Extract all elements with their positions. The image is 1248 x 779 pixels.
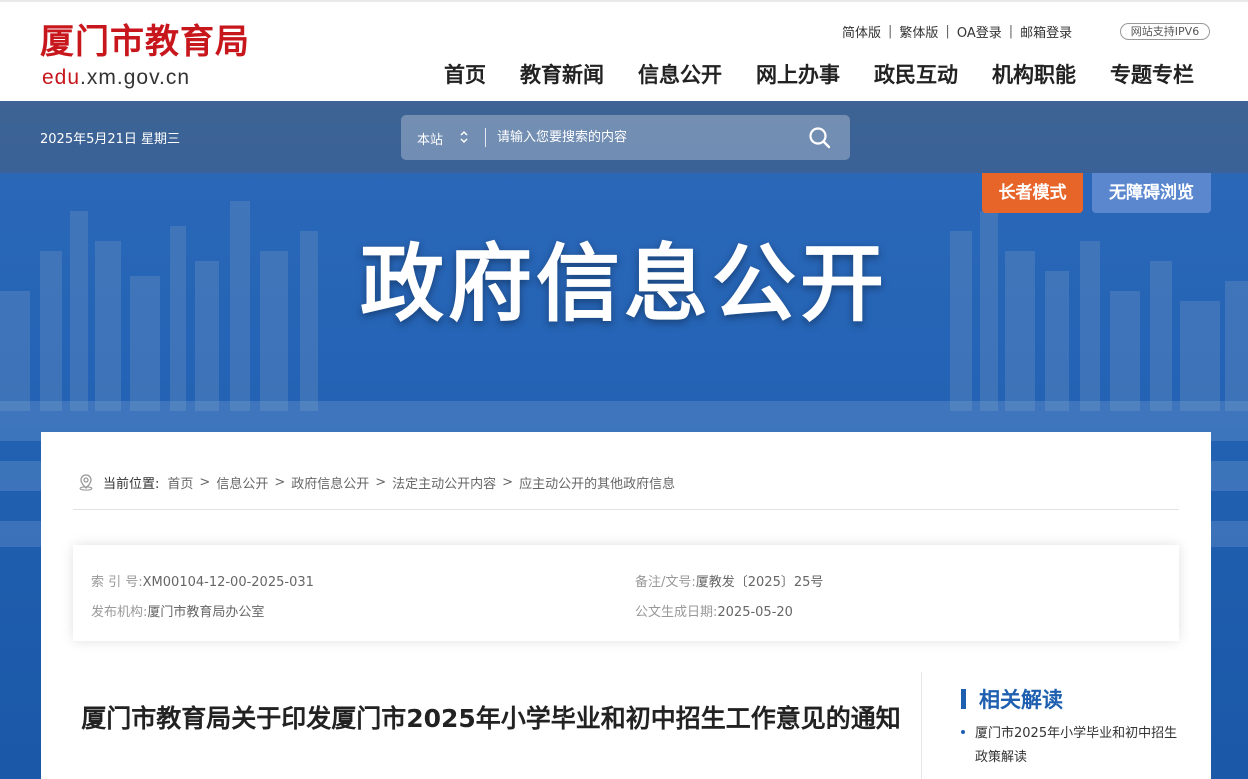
nav-home[interactable]: 首页: [444, 60, 486, 90]
breadcrumb-statutory[interactable]: 法定主动公开内容: [392, 473, 496, 492]
main-nav: 首页 教育新闻 信息公开 网上办事 政民互动 机构职能 专题专栏: [444, 60, 1194, 90]
nav-functions[interactable]: 机构职能: [992, 60, 1076, 90]
separator: |: [1008, 23, 1014, 39]
breadcrumb-separator: >: [199, 474, 211, 490]
related-item-label: 厦门市2025年小学毕业和初中招生政策解读: [975, 726, 1178, 765]
meta-docno: 备注/文号:厦教发〔2025〕25号: [635, 571, 823, 590]
breadcrumb-separator: >: [274, 474, 286, 490]
search-divider: [485, 128, 486, 147]
current-date: 2025年5月21日 星期三: [40, 132, 181, 147]
breadcrumb-label: 当前位置:: [103, 476, 160, 492]
banner-title: 政府信息公开: [359, 235, 888, 333]
search-icon[interactable]: [807, 125, 833, 151]
site-logo[interactable]: 厦门市教育局: [40, 22, 250, 62]
meta-publisher-value: 厦门市教育局办公室: [147, 605, 265, 620]
search-scope-select[interactable]: 本站: [417, 129, 443, 148]
breadcrumb-separator: >: [502, 474, 514, 490]
meta-index-value: XM00104-12-00-2025-031: [142, 575, 314, 590]
search-input[interactable]: [497, 123, 797, 152]
search-box: 本站: [401, 115, 850, 160]
nav-topics[interactable]: 专题专栏: [1110, 60, 1194, 90]
site-domain: edu.xm.gov.cn: [42, 66, 190, 90]
nav-education-news[interactable]: 教育新闻: [520, 60, 604, 90]
link-oa-login[interactable]: OA登录: [957, 22, 1002, 41]
meta-docno-value: 厦教发〔2025〕25号: [695, 575, 824, 590]
up-down-arrow-icon[interactable]: [459, 128, 469, 146]
meta-publisher-label: 发布机构:: [91, 605, 148, 620]
separator: |: [888, 23, 893, 39]
ipv6-badge: 网站支持IPV6: [1120, 23, 1210, 40]
meta-docno-label: 备注/文号:: [635, 575, 696, 590]
nav-interaction[interactable]: 政民互动: [874, 60, 958, 90]
breadcrumb: 当前位置: 首页 > 信息公开 > 政府信息公开 > 法定主动公开内容 > 应主…: [77, 472, 675, 492]
bullet-icon: [961, 730, 965, 734]
meta-index-label: 索 引 号:: [91, 575, 143, 590]
meta-index: 索 引 号:XM00104-12-00-2025-031: [91, 571, 314, 590]
location-pin-icon: [79, 474, 93, 491]
elder-mode-button[interactable]: 长者模式: [982, 173, 1083, 213]
site-domain-rest: .xm.gov.cn: [80, 66, 191, 89]
breadcrumb-separator: >: [375, 474, 387, 490]
breadcrumb-home[interactable]: 首页: [167, 473, 193, 492]
site-domain-prefix: edu: [42, 66, 81, 89]
link-traditional[interactable]: 繁体版: [899, 22, 938, 41]
site-header: 厦门市教育局 edu.xm.gov.cn 简体版 | 繁体版 | OA登录 | …: [0, 0, 1248, 101]
column-divider: [921, 672, 922, 779]
separator: |: [945, 23, 950, 39]
meta-publisher: 发布机构:厦门市教育局办公室: [91, 601, 264, 620]
related-item[interactable]: 厦门市2025年小学毕业和初中招生政策解读: [961, 722, 1191, 770]
breadcrumb-divider: [73, 509, 1179, 510]
breadcrumb-info-disclosure[interactable]: 信息公开: [216, 473, 268, 492]
meta-date: 公文生成日期:2025-05-20: [635, 601, 793, 620]
meta-date-label: 公文生成日期:: [635, 605, 718, 620]
content-card: 当前位置: 首页 > 信息公开 > 政府信息公开 > 法定主动公开内容 > 应主…: [41, 432, 1211, 779]
related-title: 相关解读: [979, 688, 1063, 712]
related-header-bar: [961, 689, 966, 709]
breadcrumb-other-info[interactable]: 应主动公开的其他政府信息: [519, 473, 675, 492]
breadcrumb-gov-info[interactable]: 政府信息公开: [291, 473, 369, 492]
related-header: 相关解读: [961, 684, 1063, 714]
nav-info-disclosure[interactable]: 信息公开: [638, 60, 722, 90]
nav-online-services[interactable]: 网上办事: [756, 60, 840, 90]
link-simplified[interactable]: 简体版: [842, 22, 881, 41]
link-mail-login[interactable]: 邮箱登录: [1020, 22, 1072, 41]
document-meta: 索 引 号:XM00104-12-00-2025-031 备注/文号:厦教发〔2…: [73, 545, 1179, 641]
top-links: 简体版 | 繁体版 | OA登录 | 邮箱登录: [842, 22, 1072, 41]
article-title: 厦门市教育局关于印发厦门市2025年小学毕业和初中招生工作意见的通知: [81, 704, 901, 733]
meta-date-value: 2025-05-20: [717, 605, 793, 620]
accessibility-button[interactable]: 无障碍浏览: [1092, 173, 1211, 213]
